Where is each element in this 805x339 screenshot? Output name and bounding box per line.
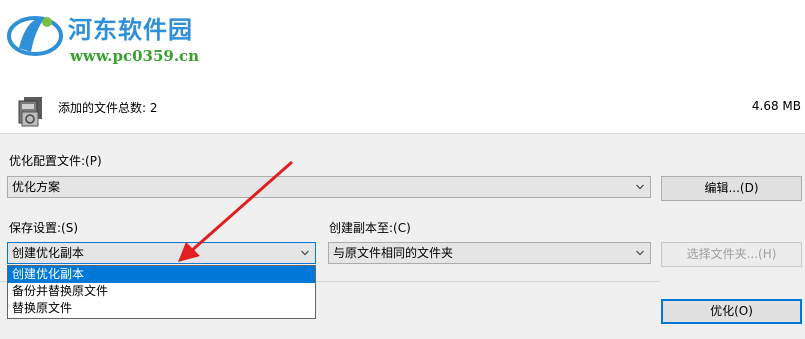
edit-button[interactable]: 编辑...(D) [661,176,802,201]
dropdown-option-replace[interactable]: 替换原文件 [8,300,315,317]
save-settings-select-value: 创建优化副本 [12,246,85,260]
profile-select-value: 优化方案 [12,180,61,194]
watermark-url: www.pc0359.cn [70,47,200,65]
chevron-down-icon [636,250,644,256]
save-settings-dropdown: 创建优化副本 备份并替换原文件 替换原文件 [7,265,316,319]
copy-to-select[interactable]: 与原文件相同的文件夹 [328,242,651,264]
watermark-title: 河东软件园 [68,15,193,44]
file-stack-icon [18,97,42,127]
file-count-label: 添加的文件总数: 2 [58,101,158,115]
choose-folder-button[interactable]: 选择文件夹...(H) [661,242,802,267]
profile-label: 优化配置文件:(P) [9,154,102,168]
header-divider [0,133,805,134]
optimize-button[interactable]: 优化(O) [661,299,802,324]
chevron-down-icon [636,184,644,190]
total-size-label: 4.68 MB [751,99,801,113]
chevron-down-icon [301,250,309,256]
save-settings-select[interactable]: 创建优化副本 [7,242,316,264]
dropdown-option-create-copy[interactable]: 创建优化副本 [8,266,315,283]
save-settings-label: 保存设置:(S) [9,221,79,235]
dropdown-option-backup-replace[interactable]: 备份并替换原文件 [8,283,315,300]
profile-select[interactable]: 优化方案 [7,176,651,198]
watermark-logo-icon [7,16,63,56]
copy-to-label: 创建副本至:(C) [329,221,411,235]
copy-to-select-value: 与原文件相同的文件夹 [333,246,454,260]
